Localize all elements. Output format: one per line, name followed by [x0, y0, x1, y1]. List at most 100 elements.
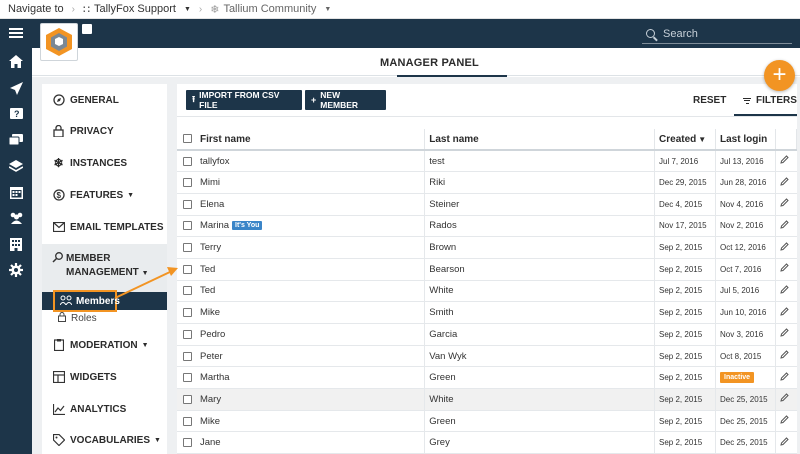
row-checkbox[interactable] — [183, 373, 192, 383]
menu-item-features[interactable]: $ FEATURES ▼ — [42, 188, 167, 202]
last-name: Van Wyk — [424, 345, 656, 368]
community-switcher-tallium[interactable]: ❄ Tallium Community ▼ — [210, 3, 331, 16]
reset-button[interactable]: RESET — [693, 95, 726, 106]
col-last-login[interactable]: Last login — [715, 129, 776, 151]
edit-pencil-icon[interactable] — [780, 241, 789, 251]
paper-plane-icon[interactable] — [0, 77, 32, 99]
calendar-icon[interactable] — [0, 181, 32, 203]
svg-text:$: $ — [56, 191, 61, 200]
home-icon[interactable] — [0, 50, 32, 72]
filters-button[interactable]: FILTERS — [743, 95, 797, 106]
people-icon[interactable] — [0, 207, 32, 229]
edit-cell — [775, 215, 797, 238]
row-checkbox[interactable] — [183, 178, 192, 188]
first-name-cell: Elena — [195, 193, 426, 216]
toolbar-divider — [177, 116, 797, 117]
menu-item-privacy[interactable]: PRIVACY — [42, 124, 167, 138]
menu-item-instances[interactable]: ❄ INSTANCES — [42, 156, 167, 170]
edit-pencil-icon[interactable] — [780, 372, 789, 381]
select-all-checkbox[interactable] — [183, 134, 192, 144]
menu-icon[interactable] — [0, 22, 32, 44]
edit-pencil-icon[interactable] — [780, 285, 789, 294]
menu-item-label: VOCABULARIES — [70, 434, 151, 446]
table-row[interactable]: Mike Green Sep 2, 2015 Dec 25, 2015 — [177, 410, 797, 433]
row-checkbox[interactable] — [183, 243, 192, 253]
table-row[interactable]: Marina It's You Rados Nov 17, 2015 Nov 2, 20… — [177, 215, 797, 238]
table-row[interactable]: Ted White Sep 2, 2015 Jul 5, 2016 — [177, 280, 797, 303]
building-icon[interactable] — [0, 233, 32, 255]
member-management-line-2: MANAGEMENT — [66, 267, 139, 278]
edit-pencil-icon[interactable] — [780, 198, 789, 207]
row-checkbox[interactable] — [183, 199, 192, 209]
submenu-item-roles[interactable]: Roles — [58, 312, 97, 325]
table-row[interactable]: Martha Green Sep 2, 2015 Inactive — [177, 366, 797, 390]
edit-pencil-icon[interactable] — [780, 155, 789, 164]
row-checkbox[interactable] — [183, 156, 192, 166]
menu-item-widgets[interactable]: WIDGETS — [42, 370, 167, 384]
menu-item-vocabularies[interactable]: VOCABULARIES ▼ — [42, 433, 167, 447]
table-row[interactable]: Elena Steiner Dec 4, 2015 Nov 4, 2016 — [177, 193, 797, 216]
first-name: Mike — [199, 415, 221, 427]
first-name: Ted — [199, 285, 216, 297]
community-tallyfox-label: TallyFox Support — [94, 3, 176, 15]
menu-item-analytics[interactable]: ANALYTICS — [42, 402, 167, 416]
created-date: Sep 2, 2015 — [654, 431, 716, 454]
table-row[interactable]: Pedro Garcia Sep 2, 2015 Nov 3, 2016 — [177, 323, 797, 346]
its-you-badge: It's You — [232, 221, 263, 231]
left-icon-rail: ? — [0, 19, 32, 454]
col-first-name[interactable]: First name — [195, 129, 426, 151]
row-checkbox[interactable] — [183, 286, 192, 296]
col-created[interactable]: Created ▼ — [654, 129, 716, 151]
last-name: Garcia — [424, 323, 656, 346]
row-checkbox[interactable] — [183, 351, 192, 361]
row-checkbox[interactable] — [183, 264, 192, 274]
table-row[interactable]: Mike Smith Sep 2, 2015 Jun 10, 2016 — [177, 301, 797, 324]
import-csv-button[interactable]: ⭱ IMPORT FROM CSV FILE — [186, 90, 302, 110]
community-logo[interactable] — [40, 23, 78, 61]
table-row[interactable]: Terry Brown Sep 2, 2015 Oct 12, 2016 — [177, 236, 797, 259]
row-checkbox[interactable] — [183, 416, 192, 426]
edit-pencil-icon[interactable] — [780, 437, 789, 446]
edit-pencil-icon[interactable] — [780, 393, 789, 403]
edit-pencil-icon[interactable] — [780, 350, 789, 359]
top-navigation-bar: Navigate to › ∷ TallyFox Support ▼ › ❄ T… — [0, 0, 800, 19]
search-input[interactable]: Search — [663, 28, 698, 40]
edit-pencil-icon[interactable] — [780, 328, 789, 338]
col-last-name[interactable]: Last name — [424, 129, 656, 151]
edit-cell — [775, 193, 797, 216]
gear-icon[interactable] — [0, 259, 32, 281]
table-row[interactable]: Ted Bearson Sep 2, 2015 Oct 7, 2016 — [177, 258, 797, 281]
new-member-button[interactable]: + NEW MEMBER — [305, 90, 386, 110]
edit-pencil-icon[interactable] — [780, 220, 789, 229]
svg-text:?: ? — [14, 109, 20, 119]
search-box[interactable]: Search — [642, 24, 792, 44]
edit-logo-icon[interactable] — [81, 23, 93, 35]
edit-pencil-icon[interactable] — [780, 263, 789, 272]
table-row[interactable]: Peter Van Wyk Sep 2, 2015 Oct 8, 2015 — [177, 345, 797, 368]
table-row[interactable]: Mimi Riki Dec 29, 2015 Jun 28, 2016 — [177, 171, 797, 194]
edit-pencil-icon[interactable] — [780, 306, 789, 316]
table-row[interactable]: Jane Grey Sep 2, 2015 Dec 25, 2015 — [177, 431, 797, 454]
community-switcher-tallyfox[interactable]: ∷ TallyFox Support ▼ — [83, 3, 191, 16]
row-checkbox[interactable] — [183, 221, 192, 231]
edit-pencil-icon[interactable] — [780, 415, 789, 424]
layers-icon[interactable] — [0, 155, 32, 177]
menu-item-member-management[interactable]: MEMBER MANAGEMENT ▼ — [42, 244, 167, 292]
row-checkbox[interactable] — [183, 329, 192, 339]
chat-icon[interactable] — [0, 129, 32, 151]
submenu-item-members[interactable]: Members — [53, 290, 120, 312]
menu-item-general[interactable]: GENERAL — [42, 93, 167, 107]
menu-item-moderation[interactable]: MODERATION ▼ — [42, 338, 167, 352]
last-name: Grey — [424, 431, 656, 454]
question-icon[interactable]: ? — [0, 103, 32, 125]
table-row[interactable]: tallyfox test Jul 7, 2016 Jul 13, 2016 — [177, 150, 797, 173]
row-checkbox[interactable] — [183, 394, 192, 404]
add-button[interactable]: + — [764, 60, 795, 91]
row-checkbox[interactable] — [183, 438, 192, 448]
page-title: MANAGER PANEL — [380, 57, 479, 69]
row-checkbox[interactable] — [183, 308, 192, 318]
created-date: Dec 4, 2015 — [654, 193, 716, 216]
table-row[interactable]: Mary White Sep 2, 2015 Dec 25, 2015 — [177, 388, 797, 411]
menu-item-email-templates[interactable]: EMAIL TEMPLATES — [42, 220, 167, 234]
edit-pencil-icon[interactable] — [780, 176, 789, 186]
